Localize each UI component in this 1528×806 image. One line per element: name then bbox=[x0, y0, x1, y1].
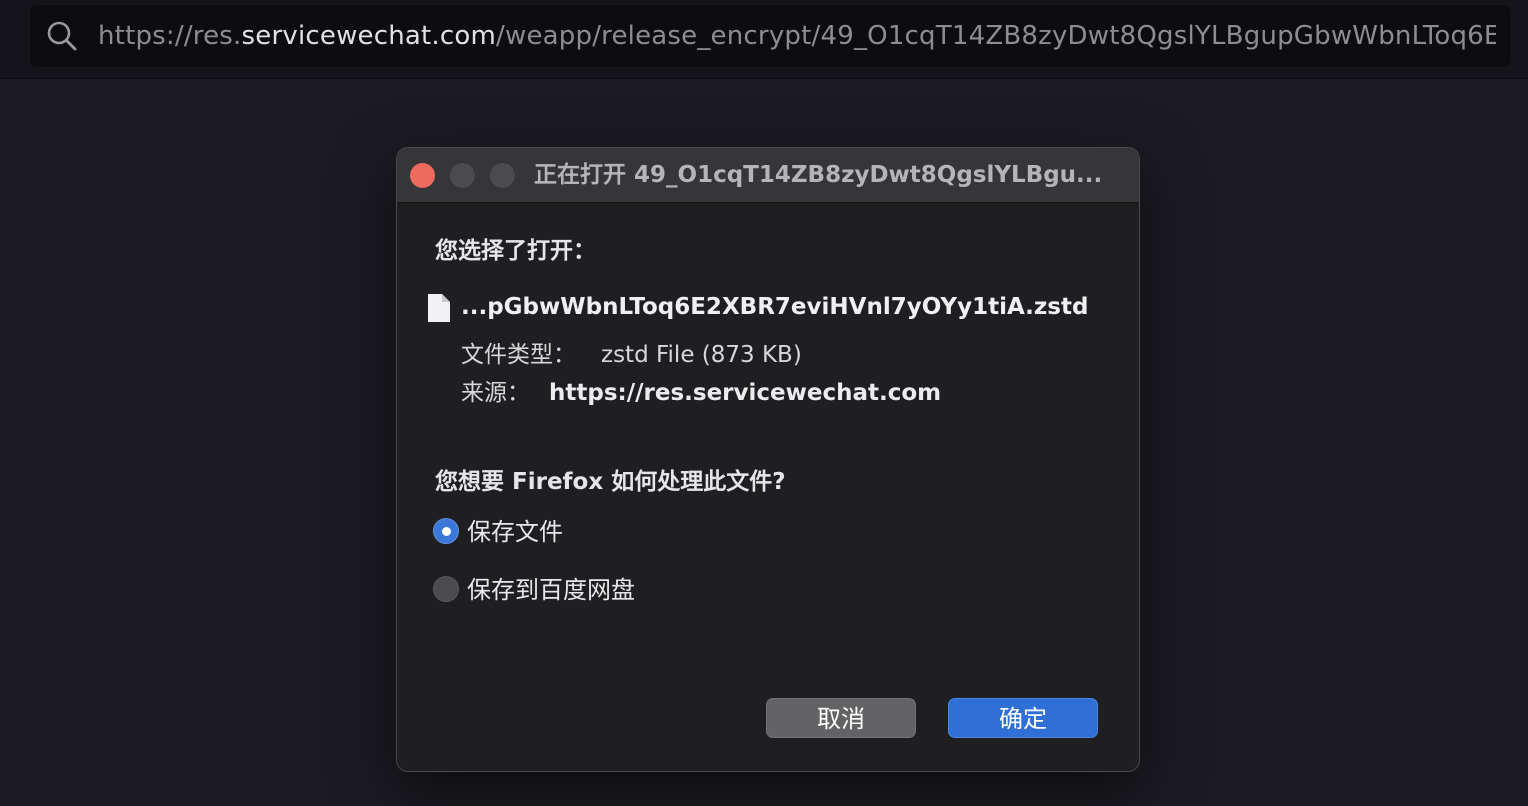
cancel-button[interactable]: 取消 bbox=[766, 698, 916, 738]
search-icon bbox=[47, 21, 77, 51]
option-save-file-label[interactable]: 保存文件 bbox=[467, 515, 563, 549]
dialog-titlebar: 正在打开 49_O1cqT14ZB8zyDwt8QgslYLBgu... bbox=[397, 148, 1139, 203]
url-prefix: https://res. bbox=[98, 21, 242, 51]
source-label: 来源： bbox=[461, 380, 530, 406]
handling-question: 您想要 Firefox 如何处理此文件? bbox=[435, 469, 786, 495]
dialog-title: 正在打开 49_O1cqT14ZB8zyDwt8QgslYLBgu... bbox=[534, 162, 1103, 188]
radio-save-file[interactable] bbox=[433, 518, 459, 544]
ok-button[interactable]: 确定 bbox=[948, 698, 1098, 738]
url-host: servicewechat.com bbox=[241, 21, 497, 51]
document-icon bbox=[428, 294, 450, 322]
radio-save-to-baidu-netdisk[interactable] bbox=[433, 576, 459, 602]
file-type-label: 文件类型： bbox=[461, 342, 576, 368]
option-save-to-baidu-netdisk-label[interactable]: 保存到百度网盘 bbox=[467, 573, 635, 607]
browser-toolbar: https://res.servicewechat.com/weapp/rele… bbox=[0, 0, 1528, 79]
close-window-button[interactable] bbox=[410, 163, 435, 188]
zoom-window-button[interactable] bbox=[490, 163, 515, 188]
chose-to-open-label: 您选择了打开： bbox=[435, 238, 596, 264]
source-value: https://res.servicewechat.com bbox=[549, 380, 942, 406]
open-file-dialog: 正在打开 49_O1cqT14ZB8zyDwt8QgslYLBgu... 您选择… bbox=[396, 147, 1140, 772]
address-bar-url[interactable]: https://res.servicewechat.com/weapp/rele… bbox=[98, 16, 1496, 56]
file-type-value: zstd File (873 KB) bbox=[601, 342, 802, 368]
file-name: ...pGbwWbnLToq6E2XBR7eviHVnl7yOYy1tiA.zs… bbox=[461, 294, 1089, 320]
url-path: /weapp/release_encrypt/49_O1cqT14ZB8zyDw… bbox=[496, 21, 1496, 51]
address-bar[interactable]: https://res.servicewechat.com/weapp/rele… bbox=[30, 5, 1510, 67]
minimize-window-button[interactable] bbox=[450, 163, 475, 188]
